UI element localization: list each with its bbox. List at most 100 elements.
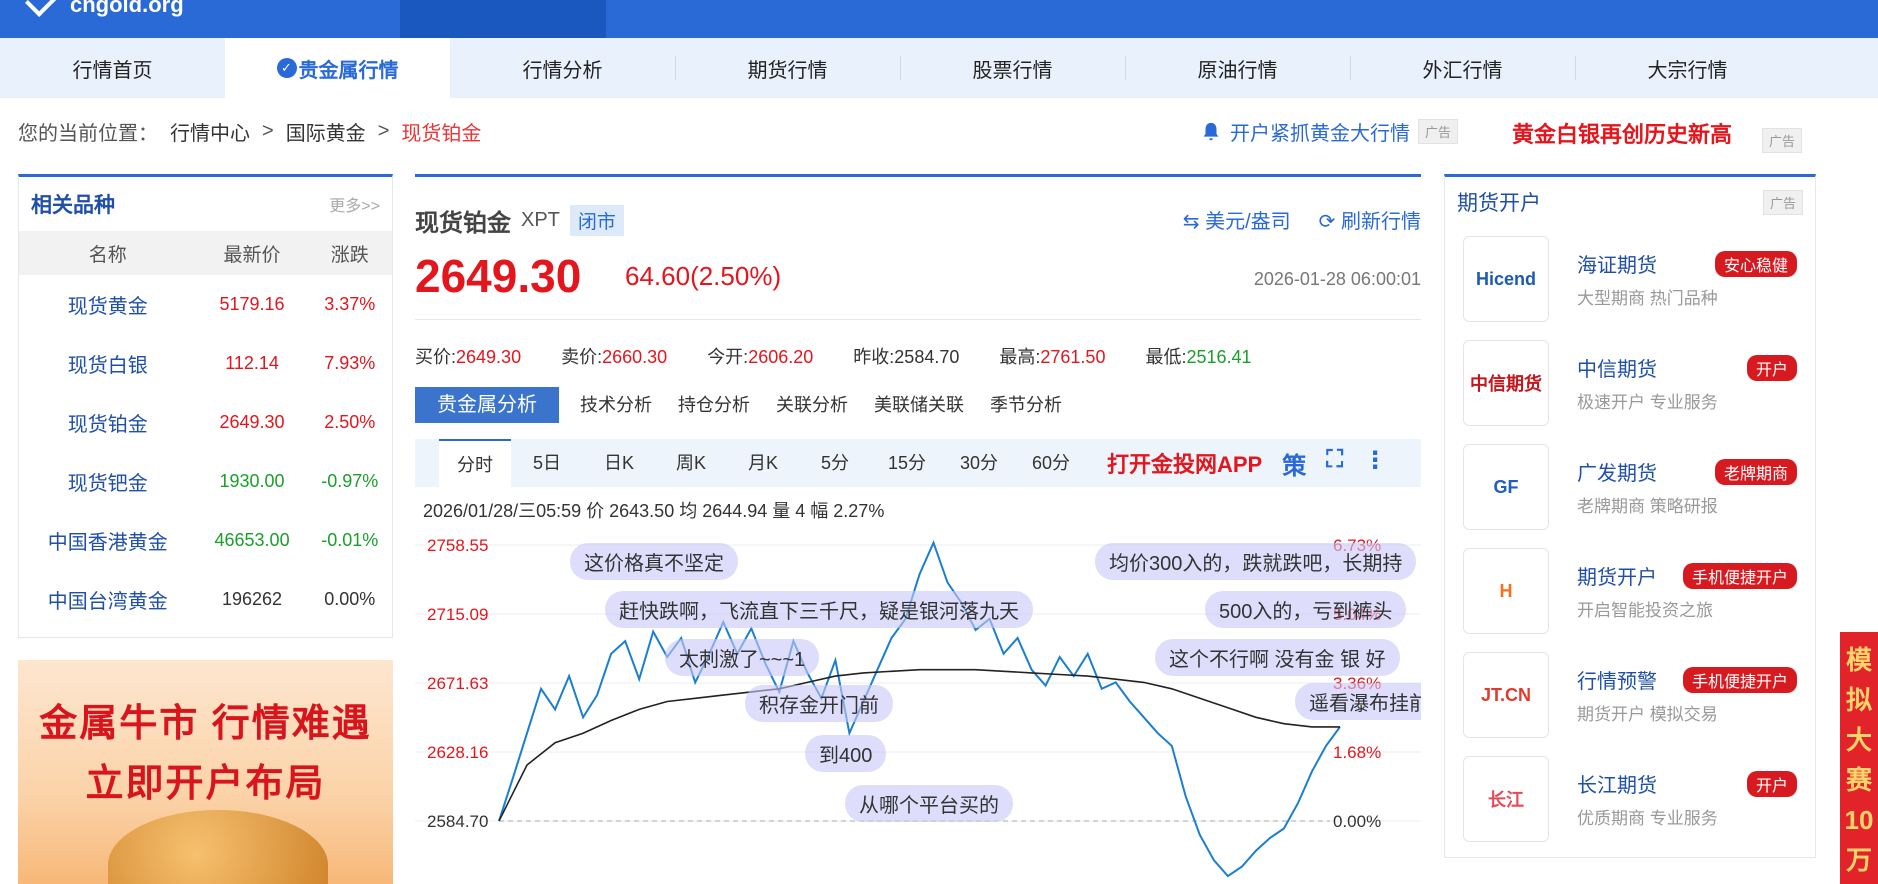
nav-label: 外汇行情 xyxy=(1422,59,1503,82)
table-row[interactable]: 现货钯金 1930.00 -0.97% xyxy=(19,452,392,511)
breadcrumb-separator: > xyxy=(262,120,274,142)
broker-item[interactable]: Hicend 海证期货 大型期商 热门品种 安心稳健 xyxy=(1445,227,1815,331)
product-change: 7.93% xyxy=(324,353,376,373)
danmaku-comment: 遥看瀑布挂前川 xyxy=(1295,683,1421,720)
nav-item[interactable]: 外汇行情 xyxy=(1350,38,1575,98)
broker-logo-text: JT.CN xyxy=(1480,684,1531,705)
bull-illustration xyxy=(108,810,328,884)
top-highlight-block xyxy=(400,0,606,38)
check-circle-icon: ✓ xyxy=(276,58,297,78)
top-ad-link[interactable]: 开户紧抓黄金大行情 广告 xyxy=(1200,117,1459,146)
column-header: 名称 xyxy=(19,231,197,275)
nav-item[interactable]: 行情首页 xyxy=(0,38,225,98)
top-ad-text: 开户紧抓黄金大行情 xyxy=(1230,123,1410,145)
product-name[interactable]: 现货黄金 xyxy=(19,275,197,334)
broker-logo-text: Hicend xyxy=(1475,268,1536,289)
breadcrumb-item[interactable]: 国际黄金 xyxy=(286,117,366,146)
broker-item[interactable]: 中信期货 中信期货 极速开户 专业服务 开户 xyxy=(1445,331,1815,435)
broker-badge: 开户 xyxy=(1746,355,1797,381)
nav-label: 期货行情 xyxy=(747,59,828,82)
danmaku-comment: 这个不行啊 没有金 银 好 xyxy=(1155,639,1400,676)
table-header-row: 名称 最新价 涨跌 xyxy=(19,231,392,275)
product-name[interactable]: 中国香港黄金 xyxy=(19,511,197,570)
main-nav: 行情首页 ✓ 贵金属行情 行情分析 期货行情 股票行情 原油行情 外汇行情 大宗行情 xyxy=(0,38,1878,98)
broker-badge: 手机便捷开户 xyxy=(1682,563,1797,589)
side-promo-banner[interactable]: 模拟大赛10万奖金 xyxy=(1840,632,1878,884)
promo-line-2: 立即开户布局 xyxy=(85,763,326,805)
broker-text: 广发期货老牌期商 策略研报 xyxy=(1577,457,1718,517)
broker-logo-icon: 长江 xyxy=(1463,756,1549,842)
nav-label: 行情分析 xyxy=(522,59,603,82)
product-price: 112.14 xyxy=(225,353,279,373)
broker-item[interactable]: JT.CN 行情预警 期货开户 模拟交易 手机便捷开户 xyxy=(1445,643,1815,747)
quote-main-panel: 现货铂金 XPT 闭市 ⇆ 美元/盎司 ⟳ 刷新行情 2649.30 64.60… xyxy=(415,174,1421,884)
broker-item[interactable]: 长江 长江期货 优质期商 专业服务 开户 xyxy=(1445,747,1815,851)
table-row[interactable]: 现货铂金 2649.30 2.50% xyxy=(19,393,392,452)
nav-item[interactable]: 期货行情 xyxy=(675,38,900,98)
breadcrumb-item[interactable]: 行情中心 xyxy=(170,117,250,146)
danmaku-comment: 从哪个平台买的 xyxy=(845,785,1013,822)
nav-item[interactable]: 原油行情 xyxy=(1125,38,1350,98)
broker-badge: 安心稳健 xyxy=(1714,251,1797,277)
panel-title: 相关品种 xyxy=(31,194,115,217)
table-row[interactable]: 中国台湾黄金 196262 0.00% xyxy=(19,570,392,629)
broker-text: 中信期货 极速开户 专业服务 xyxy=(1577,353,1718,413)
product-name[interactable]: 现货铂金 xyxy=(19,393,197,452)
nav-item[interactable]: 股票行情 xyxy=(900,38,1125,98)
danmaku-comment: 均价300入的，跌就跌吧，长期持 xyxy=(1095,543,1417,580)
broker-subtitle: 开启智能投资之旅 xyxy=(1577,601,1713,620)
bell-icon xyxy=(1203,122,1219,140)
broker-name: 广发期货 xyxy=(1577,463,1657,485)
danmaku-comment: 赶快跌啊，飞流直下三千尺，疑是银河落九天 xyxy=(605,591,1033,628)
product-name[interactable]: 现货白银 xyxy=(19,334,197,393)
related-products-table: 名称 最新价 涨跌 现货黄金 5179.16 3.37% 现货白银 112.14 7.93… xyxy=(19,231,392,629)
panel-header: 期货开户 广告 xyxy=(1445,177,1815,227)
broker-name: 海证期货 xyxy=(1577,255,1657,277)
broker-subtitle: 优质期商 专业服务 xyxy=(1577,809,1718,828)
table-row[interactable]: 现货黄金 5179.16 3.37% xyxy=(19,275,392,334)
more-link[interactable]: 更多>> xyxy=(329,192,380,216)
broker-text: 长江期货 优质期商 专业服务 xyxy=(1577,769,1718,829)
product-change: -0.01% xyxy=(321,530,379,550)
broker-logo-icon: Hicend xyxy=(1463,236,1549,322)
product-name[interactable]: 现货钯金 xyxy=(19,452,197,511)
broker-item[interactable]: GF 广发期货 老牌期商 策略研报 老牌期商 xyxy=(1445,435,1815,539)
table-row[interactable]: 现货白银 112.14 7.93% xyxy=(19,334,392,393)
ad-tag: 广告 xyxy=(1762,189,1803,215)
nav-label: 大宗行情 xyxy=(1647,59,1728,82)
nav-item[interactable]: 行情分析 xyxy=(450,38,675,98)
danmaku-comment: 太刺激了~~~1 xyxy=(665,639,820,676)
nav-label: 贵金属行情 xyxy=(298,59,399,82)
product-price: 2649.30 xyxy=(219,412,285,432)
top-header: cngold.org xyxy=(0,0,1878,38)
broker-text: 海证期货大型期商 热门品种 xyxy=(1577,249,1718,309)
hot-headline-link[interactable]: 黄金白银再创历史新高 xyxy=(1512,117,1732,149)
broker-logo-text: GF xyxy=(1493,476,1519,497)
product-name[interactable]: 中国台湾黄金 xyxy=(19,570,197,629)
futures-account-panel: 期货开户 广告 Hicend 海证期货 大型期商 热门品种 安心稳健 中信期货 中信期货极… xyxy=(1444,174,1816,858)
nav-label: 原油行情 xyxy=(1197,59,1278,82)
broker-subtitle: 大型期商 热门品种 xyxy=(1577,289,1718,308)
related-products-panel: 相关品种 更多>> 名称 最新价 涨跌 现货黄金 5179.16 3.37% 现货白银… xyxy=(18,174,393,638)
danmaku-comment: 这价格真不坚定 xyxy=(570,543,738,580)
nav-item[interactable]: 大宗行情 xyxy=(1575,38,1800,98)
column-header: 最新价 xyxy=(196,231,308,275)
danmaku-comment: 到400 xyxy=(805,735,887,772)
panel-header: 相关品种 更多>> xyxy=(19,177,392,231)
left-promo-banner[interactable]: 金属牛市 行情难遇 立即开户布局 xyxy=(18,660,393,884)
ad-tag: 广告 xyxy=(1762,128,1803,153)
logo-text: cngold.org xyxy=(70,0,184,17)
product-change: 3.37% xyxy=(324,294,376,314)
product-price: 5179.16 xyxy=(219,294,285,314)
product-change: 0.00% xyxy=(324,589,376,609)
broker-subtitle: 期货开户 模拟交易 xyxy=(1577,705,1718,724)
broker-list: Hicend 海证期货 大型期商 热门品种 安心稳健 中信期货 中信期货 极速开户 专业服务… xyxy=(1445,227,1815,851)
broker-logo-text: H xyxy=(1499,580,1513,601)
nav-item[interactable]: ✓ 贵金属行情 xyxy=(225,38,450,98)
table-row[interactable]: 中国香港黄金 46653.00 -0.01% xyxy=(19,511,392,570)
broker-subtitle: 老牌期商 策略研报 xyxy=(1577,497,1718,516)
promo-line-1: 金属牛市 行情难遇 xyxy=(39,703,372,745)
site-logo[interactable]: cngold.org xyxy=(25,0,184,18)
nav-label: 股票行情 xyxy=(972,59,1053,82)
broker-item[interactable]: H 期货开户 开启智能投资之旅 手机便捷开户 xyxy=(1445,539,1815,643)
